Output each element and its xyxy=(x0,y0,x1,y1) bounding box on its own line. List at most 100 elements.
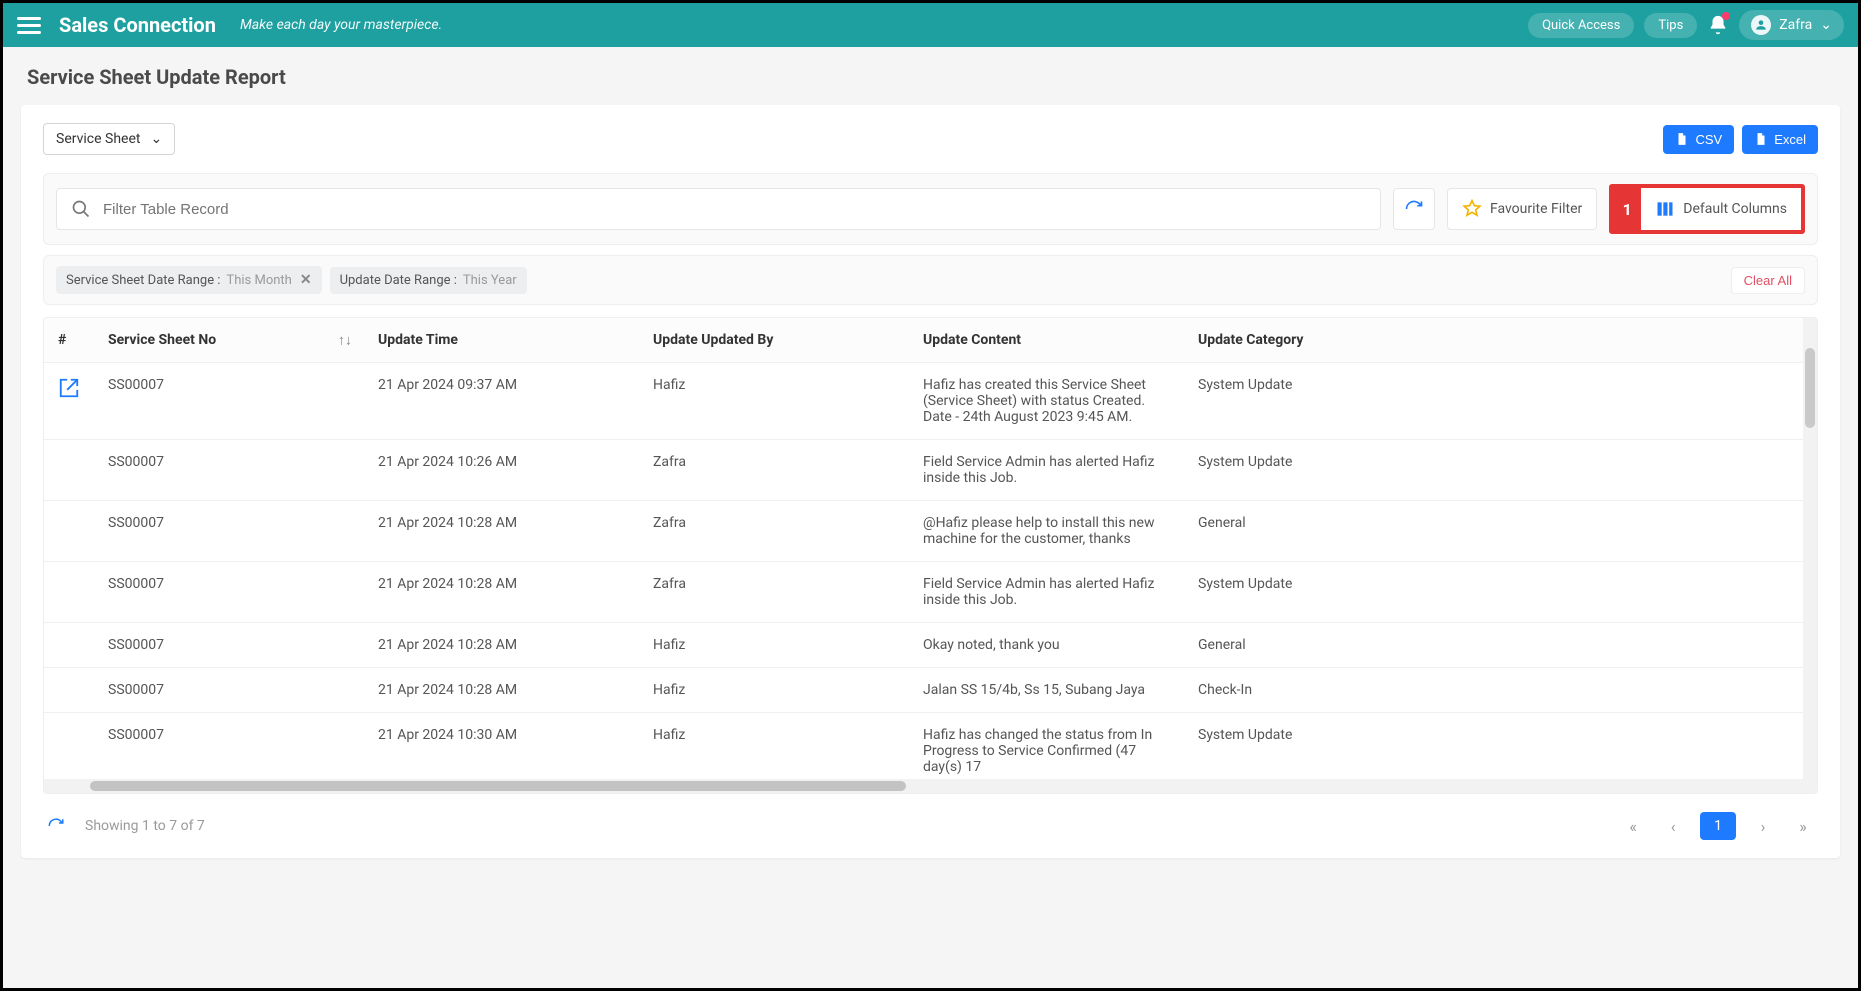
active-filters-row: Service Sheet Date Range : This Month ✕ … xyxy=(43,255,1818,305)
row-update-category: System Update xyxy=(1184,713,1817,780)
user-menu[interactable]: Zafra ⌄ xyxy=(1739,10,1844,40)
table-footer: Showing 1 to 7 of 7 « ‹ 1 › » xyxy=(43,808,1818,846)
filter-chip[interactable]: Service Sheet Date Range : This Month ✕ xyxy=(56,266,322,294)
export-excel-button[interactable]: Excel xyxy=(1742,125,1818,154)
row-updated-by: Zafra xyxy=(639,562,909,623)
row-sheet-no: SS00007 xyxy=(94,623,364,668)
favourite-filter-button[interactable]: Favourite Filter xyxy=(1447,188,1597,230)
col-update-time[interactable]: Update Time xyxy=(364,318,639,363)
favourite-filter-label: Favourite Filter xyxy=(1490,201,1582,217)
row-sheet-no: SS00007 xyxy=(94,501,364,562)
row-update-content: Jalan SS 15/4b, Ss 15, Subang Jaya xyxy=(909,668,1184,713)
row-update-content: Field Service Admin has alerted Hafiz in… xyxy=(909,440,1184,501)
topbar: Sales Connection Make each day your mast… xyxy=(3,3,1858,47)
columns-icon xyxy=(1655,199,1675,219)
row-updated-by: Zafra xyxy=(639,501,909,562)
sheet-type-dropdown[interactable]: Service Sheet ⌄ xyxy=(43,123,175,155)
col-update-category[interactable]: Update Category xyxy=(1184,318,1817,363)
search-box[interactable] xyxy=(56,188,1381,230)
tips-button[interactable]: Tips xyxy=(1644,13,1697,38)
export-csv-button[interactable]: CSV xyxy=(1663,125,1734,154)
col-update-content[interactable]: Update Content xyxy=(909,318,1184,363)
row-action-cell xyxy=(44,440,94,501)
clear-all-button[interactable]: Clear All xyxy=(1731,267,1805,294)
table-row[interactable]: SS0000721 Apr 2024 10:28 AMHafizOkay not… xyxy=(44,623,1817,668)
row-update-category: System Update xyxy=(1184,440,1817,501)
row-update-time: 21 Apr 2024 09:37 AM xyxy=(364,363,639,440)
scrollbar-thumb[interactable] xyxy=(90,781,906,791)
row-update-category: Check-In xyxy=(1184,668,1817,713)
tagline: Make each day your masterpiece. xyxy=(240,17,442,33)
table-row[interactable]: SS0000721 Apr 2024 09:37 AMHafizHafiz ha… xyxy=(44,363,1817,440)
filter-panel: Favourite Filter 1 Default Columns xyxy=(43,173,1818,245)
col-service-sheet-no[interactable]: Service Sheet No ↑↓ xyxy=(94,318,364,363)
report-table: # Service Sheet No ↑↓ Update Time Update… xyxy=(44,318,1817,780)
row-update-category: General xyxy=(1184,501,1817,562)
table-header-row: # Service Sheet No ↑↓ Update Time Update… xyxy=(44,318,1817,363)
row-sheet-no: SS00007 xyxy=(94,713,364,780)
refresh-footer-button[interactable] xyxy=(45,815,67,837)
search-icon xyxy=(71,199,91,219)
remove-chip-icon[interactable]: ✕ xyxy=(298,272,312,288)
row-sheet-no: SS00007 xyxy=(94,668,364,713)
table-row[interactable]: SS0000721 Apr 2024 10:28 AMHafizJalan SS… xyxy=(44,668,1817,713)
page-title: Service Sheet Update Report xyxy=(3,47,1858,99)
vertical-scrollbar[interactable] xyxy=(1803,318,1817,793)
row-update-category: System Update xyxy=(1184,562,1817,623)
row-sheet-no: SS00007 xyxy=(94,440,364,501)
scrollbar-thumb[interactable] xyxy=(1805,348,1815,428)
quick-access-button[interactable]: Quick Access xyxy=(1528,13,1634,38)
search-input[interactable] xyxy=(103,201,1366,218)
showing-text: Showing 1 to 7 of 7 xyxy=(85,818,205,834)
callout-number: 1 xyxy=(1613,188,1641,230)
file-icon xyxy=(1675,132,1689,146)
open-in-new-icon[interactable] xyxy=(58,377,80,399)
default-columns-label: Default Columns xyxy=(1683,201,1787,217)
csv-label: CSV xyxy=(1695,132,1722,147)
table-row[interactable]: SS0000721 Apr 2024 10:28 AMZafra@Hafiz p… xyxy=(44,501,1817,562)
default-columns-button[interactable]: Default Columns xyxy=(1641,188,1801,230)
star-icon xyxy=(1462,199,1482,219)
row-action-cell xyxy=(44,623,94,668)
default-columns-callout: 1 Default Columns xyxy=(1609,184,1805,234)
page-last-button[interactable]: » xyxy=(1790,817,1816,836)
row-updated-by: Hafiz xyxy=(639,713,909,780)
col-hash[interactable]: # xyxy=(44,318,94,363)
excel-label: Excel xyxy=(1774,132,1806,147)
row-update-category: General xyxy=(1184,623,1817,668)
row-update-category: System Update xyxy=(1184,363,1817,440)
user-name: Zafra xyxy=(1779,17,1812,33)
refresh-button[interactable] xyxy=(1393,188,1435,230)
refresh-icon xyxy=(47,817,65,835)
row-action-cell xyxy=(44,501,94,562)
page-next-button[interactable]: › xyxy=(1750,817,1776,836)
page-current[interactable]: 1 xyxy=(1700,812,1736,840)
table-row[interactable]: SS0000721 Apr 2024 10:28 AMZafraField Se… xyxy=(44,562,1817,623)
brand-title: Sales Connection xyxy=(59,13,216,37)
row-update-content: Hafiz has changed the status from In Pro… xyxy=(909,713,1184,780)
row-updated-by: Zafra xyxy=(639,440,909,501)
table-row[interactable]: SS0000721 Apr 2024 10:30 AMHafizHafiz ha… xyxy=(44,713,1817,780)
row-action-cell xyxy=(44,713,94,780)
row-sheet-no: SS00007 xyxy=(94,562,364,623)
page-prev-button[interactable]: ‹ xyxy=(1660,817,1686,836)
table-row[interactable]: SS0000721 Apr 2024 10:26 AMZafraField Se… xyxy=(44,440,1817,501)
notifications-icon[interactable] xyxy=(1707,14,1729,36)
page-first-button[interactable]: « xyxy=(1620,817,1646,836)
row-action-cell[interactable] xyxy=(44,363,94,440)
row-update-time: 21 Apr 2024 10:28 AM xyxy=(364,562,639,623)
row-updated-by: Hafiz xyxy=(639,623,909,668)
filter-chip[interactable]: Update Date Range : This Year xyxy=(330,267,527,294)
chevron-down-icon: ⌄ xyxy=(1820,17,1832,33)
row-updated-by: Hafiz xyxy=(639,668,909,713)
file-icon xyxy=(1754,132,1768,146)
row-update-time: 21 Apr 2024 10:26 AM xyxy=(364,440,639,501)
row-update-time: 21 Apr 2024 10:28 AM xyxy=(364,668,639,713)
sort-icon[interactable]: ↑↓ xyxy=(338,332,352,349)
sheet-type-label: Service Sheet xyxy=(56,131,140,147)
menu-icon[interactable] xyxy=(17,13,41,37)
row-action-cell xyxy=(44,562,94,623)
col-updated-by[interactable]: Update Updated By xyxy=(639,318,909,363)
horizontal-scrollbar[interactable] xyxy=(44,779,1817,793)
report-table-wrap: # Service Sheet No ↑↓ Update Time Update… xyxy=(43,317,1818,794)
